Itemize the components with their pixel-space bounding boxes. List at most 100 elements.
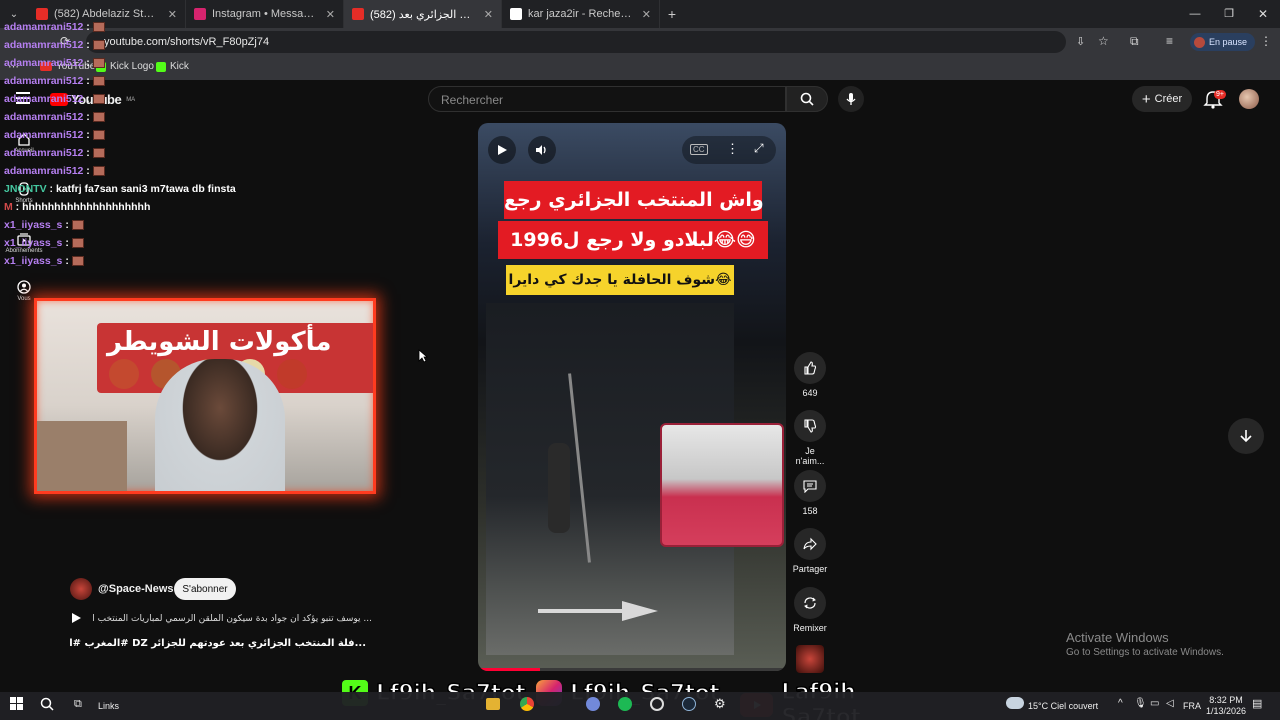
account-avatar[interactable] bbox=[1239, 89, 1259, 109]
chat-username[interactable]: M bbox=[4, 201, 13, 213]
play-button[interactable] bbox=[488, 136, 516, 164]
tab-close-icon[interactable]: ✕ bbox=[484, 8, 493, 21]
chat-emote-icon bbox=[71, 256, 84, 267]
play-icon[interactable] bbox=[70, 612, 82, 624]
tab-close-icon[interactable]: ✕ bbox=[326, 8, 335, 21]
like-button[interactable]: 649 bbox=[790, 352, 830, 398]
install-icon[interactable]: ⇩ bbox=[1076, 35, 1085, 48]
progress-track[interactable] bbox=[478, 668, 786, 671]
comments-button[interactable]: 158 bbox=[790, 470, 830, 516]
create-button[interactable]: + Créer bbox=[1132, 86, 1192, 112]
chat-username[interactable]: adamamrani512 bbox=[4, 129, 83, 141]
chat-emote-icon bbox=[71, 238, 84, 249]
network-icon[interactable]: ▭ bbox=[1150, 698, 1159, 709]
extensions-icon[interactable]: ⧉ bbox=[1130, 34, 1139, 49]
chat-emote-icon bbox=[92, 40, 105, 51]
browser-tab[interactable]: (582) حافلة المنتخب الجزائري بعد ✕ bbox=[344, 0, 502, 28]
chat-username[interactable]: adamamrani512 bbox=[4, 165, 83, 177]
chat-username[interactable]: adamamrani512 bbox=[4, 21, 83, 33]
search-input[interactable]: Rechercher bbox=[428, 86, 786, 112]
more-icon[interactable]: ⋮ bbox=[726, 141, 739, 157]
media-icon[interactable]: ≡ bbox=[1166, 34, 1173, 48]
fullscreen-icon[interactable]: ⤢ bbox=[754, 141, 764, 156]
task-view-icon[interactable]: ⧉ bbox=[74, 698, 82, 711]
chat-message: adamamrani512 : bbox=[4, 36, 304, 54]
remix-button[interactable]: Remixer bbox=[790, 587, 830, 633]
description-line-1: ... يوسف تنبو يؤكد أن جواد بدة سيكون الم… bbox=[92, 614, 372, 624]
tray-chevron-icon[interactable]: ^ bbox=[1118, 698, 1123, 709]
chat-emote-icon bbox=[71, 220, 84, 231]
chat-username[interactable]: adamamrani512 bbox=[4, 93, 83, 105]
stream-chat: adamamrani512 : adamamrani512 : adamamra… bbox=[4, 18, 304, 270]
dislike-button[interactable]: Je n'aim... bbox=[790, 410, 830, 466]
chat-message: adamamrani512 : bbox=[4, 162, 304, 180]
description-line-2[interactable]: ...فلة المنتخب الجزائري بعد عودتهم للجزا… bbox=[70, 638, 366, 649]
remix-label: Remixer bbox=[793, 623, 827, 633]
chat-username[interactable]: adamamrani512 bbox=[4, 57, 83, 69]
chat-message: adamamrani512 : bbox=[4, 72, 304, 90]
chat-message: JNONTV : katfrj fa7san sani3 m7tawa db f… bbox=[4, 183, 236, 195]
channel-avatar[interactable] bbox=[70, 578, 92, 600]
shorts-player[interactable]: CC ⋮ ⤢ واش المنتخب الجزائري رجع لبلادو و… bbox=[478, 123, 786, 671]
subscribe-button[interactable]: S'abonner bbox=[174, 578, 236, 600]
volume-button[interactable] bbox=[528, 136, 556, 164]
caption-line-1: واش المنتخب الجزائري رجع bbox=[504, 181, 764, 219]
browser-tab[interactable]: kar jaza2ir - Recherche Google ✕ bbox=[502, 0, 660, 28]
chat-username[interactable]: x1_iiyass_s bbox=[4, 255, 62, 267]
obs-icon[interactable] bbox=[650, 697, 664, 711]
spotify-icon[interactable] bbox=[618, 697, 632, 711]
links-toolbar[interactable]: Links bbox=[98, 701, 119, 711]
comment-icon bbox=[803, 480, 817, 493]
menu-icon[interactable]: ⋮ bbox=[1260, 34, 1272, 48]
chat-username[interactable]: x1_iiyass_s bbox=[4, 219, 62, 231]
tab-favicon-icon bbox=[510, 8, 522, 20]
chrome-icon[interactable] bbox=[520, 697, 534, 711]
chat-message: adamamrani512 : bbox=[4, 54, 304, 72]
minimize-button[interactable]: — bbox=[1178, 0, 1212, 28]
restore-button[interactable]: ❐ bbox=[1212, 0, 1246, 28]
boxes bbox=[37, 421, 127, 491]
voice-search-button[interactable] bbox=[838, 86, 864, 112]
tab-close-icon[interactable]: ✕ bbox=[642, 8, 651, 21]
taskbar-search[interactable] bbox=[40, 697, 54, 713]
sound-thumbnail[interactable] bbox=[796, 645, 824, 673]
chat-emote-icon bbox=[92, 58, 105, 69]
thumbs-down-icon bbox=[804, 419, 817, 433]
weather-text[interactable]: 15°C Ciel couvert bbox=[1028, 701, 1098, 711]
language-indicator[interactable]: FRA bbox=[1183, 701, 1201, 711]
chat-emote-icon bbox=[92, 112, 105, 123]
volume-icon[interactable]: ◁ bbox=[1166, 698, 1174, 709]
chat-username[interactable]: adamamrani512 bbox=[4, 75, 83, 87]
clock-time: 8:32 PM bbox=[1209, 695, 1243, 705]
chat-emote-icon bbox=[92, 130, 105, 141]
remix-icon bbox=[804, 597, 816, 609]
chat-message: M : hhhhhhhhhhhhhhhhhhhh bbox=[4, 201, 151, 213]
chat-username[interactable]: x1_iiyass_s bbox=[4, 237, 62, 249]
activate-windows-watermark: Activate Windows Go to Settings to activ… bbox=[1066, 630, 1224, 658]
next-short-button[interactable] bbox=[1228, 418, 1264, 454]
star-icon[interactable]: ☆ bbox=[1098, 34, 1109, 48]
channel-name[interactable]: @Space-News bbox=[98, 583, 174, 595]
chat-username[interactable]: adamamrani512 bbox=[4, 111, 83, 123]
chat-username[interactable]: JNONTV bbox=[4, 183, 47, 195]
chat-username[interactable]: adamamrani512 bbox=[4, 39, 83, 51]
mic-icon[interactable]: 🎙 bbox=[1134, 698, 1147, 709]
share-button[interactable]: Partager bbox=[790, 528, 830, 574]
close-window-button[interactable]: ✕ bbox=[1246, 0, 1280, 28]
file-explorer-icon[interactable] bbox=[486, 698, 500, 710]
notification-center-icon[interactable]: ▤ bbox=[1252, 697, 1262, 710]
new-tab-button[interactable]: + bbox=[660, 6, 684, 22]
clock-date: 1/13/2026 bbox=[1206, 706, 1247, 716]
captions-icon[interactable]: CC bbox=[690, 144, 708, 155]
clock[interactable]: 8:32 PM 1/13/2026 bbox=[1206, 695, 1246, 717]
steam-icon[interactable] bbox=[682, 697, 696, 711]
like-count: 649 bbox=[802, 388, 818, 398]
discord-icon[interactable] bbox=[586, 697, 600, 711]
chat-message: adamamrani512 : bbox=[4, 144, 304, 162]
settings-icon[interactable]: ⚙ bbox=[714, 696, 726, 712]
search-button[interactable] bbox=[786, 86, 828, 112]
profile-button[interactable]: En pause bbox=[1190, 33, 1256, 51]
start-button[interactable] bbox=[10, 697, 24, 713]
chat-username[interactable]: adamamrani512 bbox=[4, 147, 83, 159]
profile-avatar bbox=[1194, 36, 1205, 48]
